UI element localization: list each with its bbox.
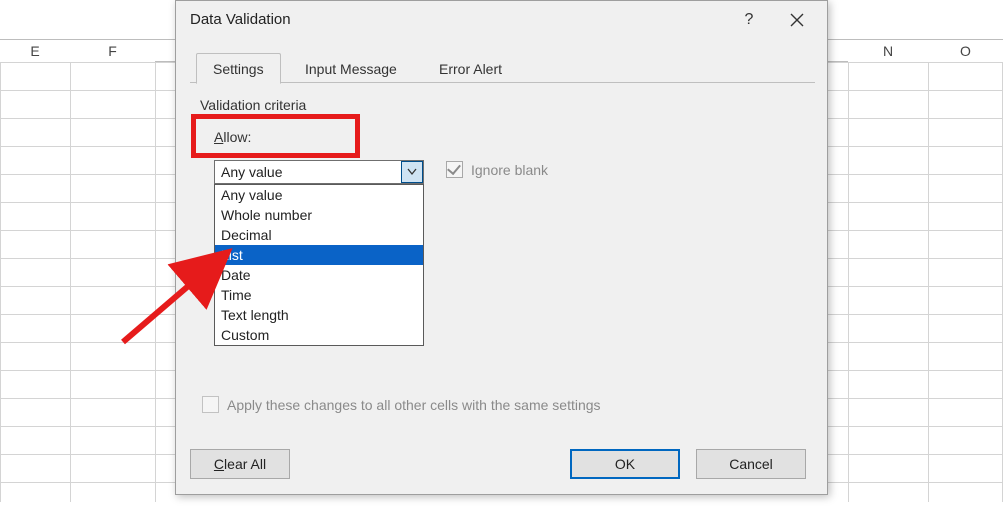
cancel-button[interactable]: Cancel bbox=[696, 449, 806, 479]
ignore-blank-checkbox bbox=[446, 161, 463, 178]
option-custom[interactable]: Custom bbox=[215, 325, 423, 345]
close-icon bbox=[777, 13, 817, 27]
col-header-n[interactable]: N bbox=[848, 40, 928, 62]
ok-button[interactable]: OK bbox=[570, 449, 680, 479]
clear-all-button[interactable]: Clear All bbox=[190, 449, 290, 479]
chevron-down-icon bbox=[402, 168, 422, 176]
option-date[interactable]: Date bbox=[215, 265, 423, 285]
apply-changes-row: Apply these changes to all other cells w… bbox=[202, 396, 601, 413]
ignore-blank-label: Ignore blank bbox=[471, 162, 548, 178]
allow-label: Allow: bbox=[214, 129, 251, 145]
data-validation-dialog: Data Validation ? Settings Input Message… bbox=[175, 0, 828, 495]
col-header-e[interactable]: E bbox=[0, 40, 70, 62]
option-time[interactable]: Time bbox=[215, 285, 423, 305]
allow-combobox-button[interactable] bbox=[401, 161, 423, 183]
close-button[interactable] bbox=[777, 7, 817, 35]
help-button[interactable]: ? bbox=[729, 7, 769, 35]
option-decimal[interactable]: Decimal bbox=[215, 225, 423, 245]
option-text-length[interactable]: Text length bbox=[215, 305, 423, 325]
option-list[interactable]: List bbox=[215, 245, 423, 265]
apply-changes-checkbox bbox=[202, 396, 219, 413]
tab-input-message[interactable]: Input Message bbox=[288, 53, 414, 83]
allow-combobox-value: Any value bbox=[221, 164, 282, 180]
ignore-blank-checkbox-row: Ignore blank bbox=[446, 161, 548, 178]
col-header-f[interactable]: F bbox=[70, 40, 155, 62]
dialog-title: Data Validation bbox=[190, 11, 291, 28]
titlebar[interactable]: Data Validation ? bbox=[176, 1, 827, 39]
tab-bar: Settings Input Message Error Alert bbox=[190, 53, 815, 83]
allow-dropdown-list[interactable]: Any value Whole number Decimal List Date… bbox=[214, 184, 424, 346]
tab-error-alert[interactable]: Error Alert bbox=[422, 53, 519, 83]
col-header-o[interactable]: O bbox=[928, 40, 1003, 62]
option-whole-number[interactable]: Whole number bbox=[215, 205, 423, 225]
option-any-value[interactable]: Any value bbox=[215, 185, 423, 205]
apply-changes-label: Apply these changes to all other cells w… bbox=[227, 397, 601, 413]
tab-settings[interactable]: Settings bbox=[196, 53, 281, 84]
allow-combobox[interactable]: Any value bbox=[214, 160, 424, 184]
validation-criteria-label: Validation criteria bbox=[200, 97, 306, 113]
